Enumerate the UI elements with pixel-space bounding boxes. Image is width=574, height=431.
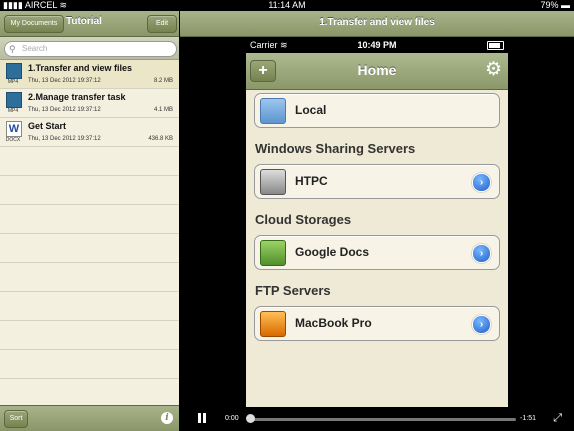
sort-button[interactable]: Sort — [4, 410, 28, 428]
current-time: 0:00 — [225, 415, 239, 422]
file-date: Thu, 13 Dec 2012 19:37:12 — [28, 136, 101, 142]
remaining-time: -1:51 — [520, 415, 536, 422]
local-cell: Local — [254, 93, 500, 128]
google-docs-cell: Google Docs › — [254, 235, 500, 270]
gear-icon: ⚙ — [484, 59, 502, 80]
section-header: Windows Sharing Servers — [255, 141, 416, 156]
scrubber-thumb[interactable] — [246, 414, 255, 423]
empty-row — [0, 292, 179, 321]
file-size: 8.2 MB — [153, 78, 173, 84]
cell-label: Local — [295, 103, 327, 117]
file-type-label: MP4 — [7, 108, 19, 114]
video-title: 1.Transfer and view files — [319, 17, 435, 28]
section-header: FTP Servers — [255, 283, 331, 298]
empty-row — [0, 350, 179, 379]
clock: 11:14 AM — [268, 0, 306, 10]
video-controls: 0:00 -1:51 ⤢ — [180, 408, 574, 431]
phone-title: Home — [357, 62, 397, 78]
file-list: MP4 1.Transfer and view files Thu, 13 De… — [0, 60, 179, 408]
battery-icon — [487, 41, 504, 50]
left-navbar: My Documents Tutorial Edit — [0, 11, 179, 37]
server-icon — [260, 169, 286, 195]
video-frame[interactable]: Carrier ≋ 10:49 PM + Home ⚙ Local Window… — [246, 37, 508, 407]
pause-icon[interactable] — [198, 413, 206, 423]
left-bottom-toolbar: Sort i — [0, 405, 179, 431]
file-date: Thu, 13 Dec 2012 19:37:12 — [28, 78, 101, 84]
fullscreen-icon[interactable]: ⤢ — [553, 412, 562, 425]
word-doc-icon: W DOCX — [5, 121, 22, 143]
status-bar: ▮▮▮▮ AIRCEL ≋ 11:14 AM 79% ▬ — [0, 0, 574, 11]
cell-label: MacBook Pro — [295, 316, 372, 330]
htpc-cell: HTPC › — [254, 164, 500, 199]
file-name: 2.Manage transfer task — [28, 92, 126, 102]
info-icon[interactable]: i — [161, 412, 173, 424]
folder-icon — [260, 98, 286, 124]
file-row[interactable]: MP4 1.Transfer and view files Thu, 13 De… — [0, 60, 179, 89]
phone-status-bar: Carrier ≋ 10:49 PM — [246, 37, 508, 53]
cell-label: HTPC — [295, 174, 328, 188]
disclosure-icon: › — [472, 173, 491, 192]
disclosure-icon: › — [472, 315, 491, 334]
file-row[interactable]: W DOCX Get Start Thu, 13 Dec 2012 19:37:… — [0, 118, 179, 147]
search-bar: ⚲ Search — [0, 37, 179, 60]
file-size: 436.8 KB — [148, 136, 173, 142]
phone-clock: 10:49 PM — [357, 40, 397, 50]
file-row[interactable]: MP4 2.Manage transfer task Thu, 13 Dec 2… — [0, 89, 179, 118]
cell-label: Google Docs — [295, 245, 370, 259]
empty-row — [0, 321, 179, 350]
file-list-pane: My Documents Tutorial Edit ⚲ Search MP4 … — [0, 11, 179, 431]
drive-icon — [260, 311, 286, 337]
my-documents-back-button[interactable]: My Documents — [4, 15, 64, 33]
phone-navbar: + Home ⚙ — [246, 53, 508, 90]
file-size: 4.1 MB — [153, 107, 173, 113]
folder-title: Tutorial — [66, 16, 102, 27]
video-icon: MP4 — [4, 92, 22, 114]
file-type-label: DOCX — [5, 137, 21, 143]
file-type-label: MP4 — [7, 79, 19, 85]
empty-row — [0, 234, 179, 263]
google-docs-icon — [260, 240, 286, 266]
file-name: Get Start — [28, 121, 67, 131]
empty-row — [0, 176, 179, 205]
search-input[interactable]: ⚲ Search — [4, 41, 177, 57]
empty-row — [0, 147, 179, 176]
video-pane: 1.Transfer and view files Carrier ≋ 10:4… — [180, 11, 574, 431]
file-name: 1.Transfer and view files — [28, 63, 133, 73]
empty-row — [0, 379, 179, 408]
disclosure-icon: › — [472, 244, 491, 263]
section-header: Cloud Storages — [255, 212, 352, 227]
scrubber-track[interactable] — [248, 418, 516, 421]
empty-row — [0, 263, 179, 292]
empty-row — [0, 205, 179, 234]
search-placeholder: Search — [22, 44, 48, 53]
battery-indicator: 79% ▬ — [540, 0, 570, 10]
edit-button[interactable]: Edit — [147, 15, 177, 33]
search-icon: ⚲ — [9, 44, 16, 54]
video-icon: MP4 — [4, 63, 22, 85]
right-navbar: 1.Transfer and view files — [180, 11, 574, 37]
file-date: Thu, 13 Dec 2012 19:37:12 — [28, 107, 101, 113]
macbook-pro-cell: MacBook Pro › — [254, 306, 500, 341]
